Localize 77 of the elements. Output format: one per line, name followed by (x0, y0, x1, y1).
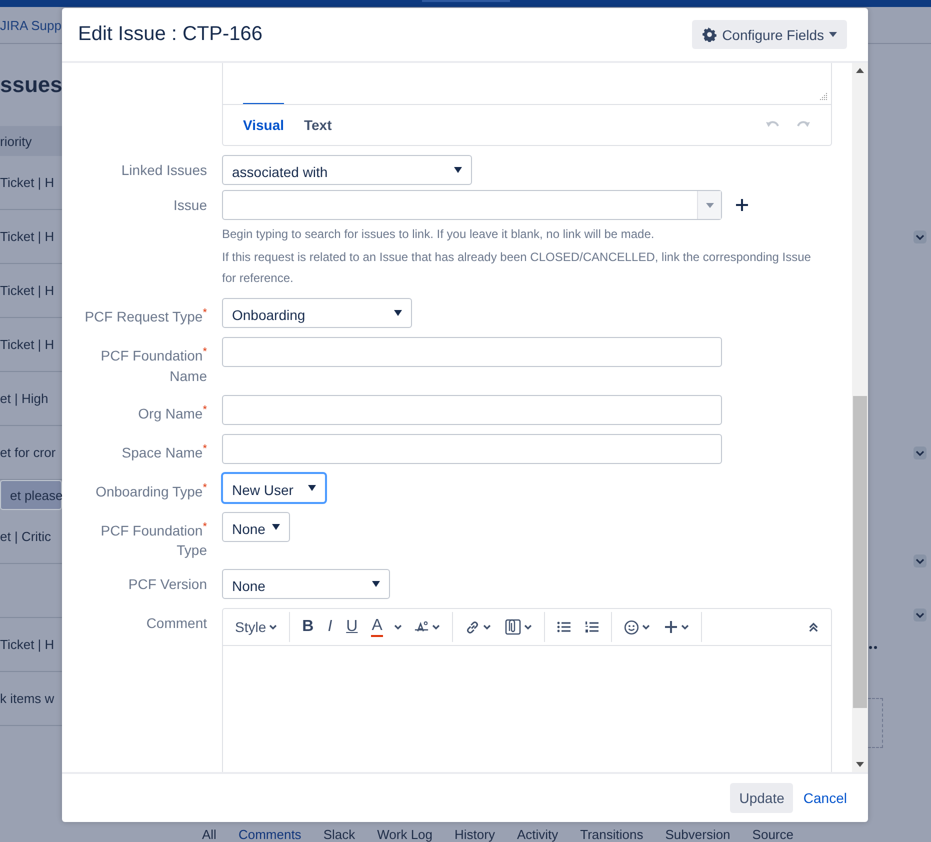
select-field[interactable]: New User (222, 472, 326, 503)
select-field[interactable]: None (222, 512, 290, 542)
dropdown-button[interactable] (697, 191, 721, 219)
caret-icon (394, 623, 402, 632)
field-label: PCF Foundation$^{*}$ Name (100, 345, 207, 386)
issue-row[interactable]: et please (0, 480, 62, 510)
filter-dropdown[interactable]: riority (0, 126, 62, 156)
dialog-title: Edit Issue : CTP-166 (78, 23, 263, 46)
editor-mode-tab[interactable]: Visual (243, 103, 284, 145)
dropdown-arrow-icon (454, 167, 462, 173)
double-chevron-up-icon (808, 622, 819, 633)
scrollbar[interactable] (852, 63, 868, 772)
underline-button[interactable]: U (340, 613, 364, 642)
caret-icon (681, 623, 690, 632)
field-label: Space Name$^{*}$ (120, 442, 207, 462)
link-icon (465, 620, 480, 635)
activity-tab[interactable]: Slack (323, 827, 356, 842)
cancel-link[interactable]: Cancel (803, 790, 847, 806)
bold-button[interactable]: B (296, 613, 320, 642)
activity-tab[interactable]: Transitions (580, 827, 644, 842)
issue-search-field[interactable] (222, 190, 722, 220)
smiley-icon (624, 620, 640, 635)
settings-icon (702, 27, 718, 42)
caret-icon (706, 202, 714, 208)
dropdown-arrow-icon (372, 581, 380, 588)
caret-icon (829, 32, 837, 37)
help-text: If this request is related to an Issue that has already been CLOSED/CANCELLED, link the corresponding Issue for reference. (222, 249, 812, 287)
field-label: Org Name$^{*}$ (137, 402, 207, 424)
scroll-up-icon[interactable] (856, 68, 864, 73)
description-editor[interactable]: Visual Text (222, 63, 832, 146)
activity-tab[interactable]: All (202, 827, 216, 842)
scrollbar-thumb[interactable] (853, 396, 867, 708)
page-title: ssues (0, 71, 62, 99)
caret-icon (432, 623, 440, 632)
activity-tab[interactable]: Work Log (377, 827, 433, 842)
text-field[interactable] (222, 394, 722, 425)
field-label: Onboarding Type$^{*}$ (94, 480, 207, 502)
field-label: Issue (172, 196, 207, 215)
bullet-list-icon (557, 621, 572, 634)
field-label: PCF Request Type$^{*}$ (84, 306, 207, 327)
field-label: Linked Issues (120, 161, 207, 180)
configure-fields-button[interactable]: Configure Fields (692, 20, 847, 49)
scroll-down-icon[interactable] (856, 762, 864, 767)
text-field[interactable] (222, 434, 722, 464)
text-color-button[interactable]: A (370, 617, 384, 638)
field-label: PCF Foundation$^{*}$ Type (100, 520, 207, 560)
dropdown-arrow-icon (308, 484, 316, 491)
caret-icon (524, 623, 532, 632)
numbered-list-icon (585, 621, 600, 634)
caret-icon (483, 623, 492, 632)
select-field[interactable]: Onboarding (222, 298, 412, 328)
activity-tab[interactable]: Subversion (665, 827, 730, 842)
add-icon[interactable] (735, 198, 749, 212)
field-label: Comment (145, 614, 207, 634)
activity-tab[interactable]: Comments (238, 827, 302, 842)
select-field[interactable]: associated with (222, 155, 472, 185)
help-text: Begin typing to search for issues to link. If you leave it blank, no link will be made. (222, 226, 656, 243)
paperclip-icon (505, 619, 522, 636)
select-field[interactable]: None (222, 569, 390, 600)
activity-tab[interactable]: Activity (516, 827, 558, 842)
update-button[interactable]: Update (730, 783, 794, 813)
dropdown-arrow-icon (272, 524, 280, 530)
field-label: PCF Version (127, 575, 207, 594)
plus-icon (664, 620, 678, 634)
activity-tab[interactable]: Source (752, 827, 794, 842)
chevron-icon[interactable] (913, 554, 927, 568)
editor-mode-tab[interactable]: Text (304, 103, 332, 145)
chevron-icon[interactable] (913, 446, 927, 460)
caret-icon (269, 623, 278, 632)
caret-icon (642, 623, 650, 632)
text-field[interactable] (222, 337, 722, 367)
style-dropdown[interactable]: Style (229, 613, 284, 642)
dropdown-arrow-icon (394, 310, 402, 316)
chevron-icon[interactable] (913, 230, 927, 244)
italic-button[interactable]: I (322, 613, 338, 642)
activity-tab[interactable]: History (454, 827, 495, 842)
chevron-icon[interactable] (913, 608, 927, 622)
